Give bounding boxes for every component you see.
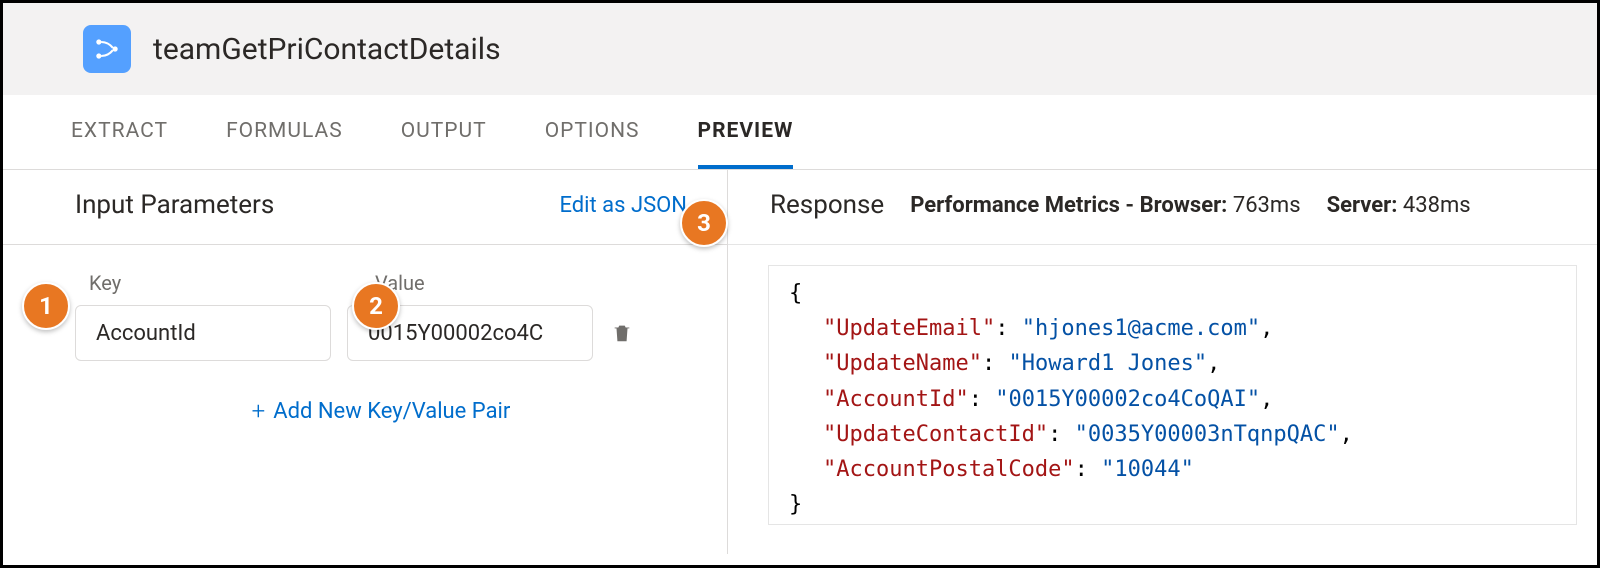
response-title: Response [770, 190, 884, 220]
plus-icon: + [252, 397, 266, 425]
input-parameters-header: Input Parameters Edit as JSON [3, 170, 727, 245]
json-value: "10044" [1101, 457, 1194, 482]
delete-icon[interactable] [609, 320, 635, 346]
json-value: "0015Y00002co4CoQAI" [995, 387, 1260, 412]
content: Input Parameters Edit as JSON Key Value … [3, 170, 1597, 554]
parameter-row: Key Value + Add New Key/Value Pair [3, 245, 727, 425]
server-value: 438ms [1403, 193, 1471, 218]
page-title: teamGetPriContactDetails [153, 32, 501, 67]
input-parameters-title: Input Parameters [75, 190, 274, 220]
key-label: Key [75, 271, 361, 295]
edit-as-json-link[interactable]: Edit as JSON [559, 193, 687, 218]
tab-extract[interactable]: EXTRACT [71, 95, 168, 169]
header-bar: teamGetPriContactDetails [3, 3, 1597, 95]
tab-options[interactable]: OPTIONS [545, 95, 640, 169]
json-value: "0035Y00003nTqnpQAC" [1075, 422, 1340, 447]
key-input[interactable] [75, 305, 331, 361]
tab-bar: EXTRACT FORMULAS OUTPUT OPTIONS PREVIEW [3, 95, 1597, 170]
server-metrics: Server: 438ms [1327, 193, 1471, 218]
response-header: Response Performance Metrics - Browser: … [728, 170, 1597, 245]
input-parameters-panel: Input Parameters Edit as JSON Key Value … [3, 170, 728, 554]
response-json[interactable]: { "UpdateEmail": "hjones1@acme.com", "Up… [768, 265, 1577, 525]
performance-metrics: Performance Metrics - Browser: 763ms [910, 193, 1300, 218]
response-panel: Response Performance Metrics - Browser: … [728, 170, 1597, 554]
json-value: "hjones1@acme.com" [1022, 316, 1260, 341]
browser-value: 763ms [1233, 193, 1301, 218]
browser-label: Browser: [1140, 193, 1228, 218]
add-key-value-link[interactable]: + Add New Key/Value Pair [252, 397, 511, 425]
add-key-value-label: Add New Key/Value Pair [273, 399, 510, 424]
server-label: Server: [1327, 193, 1398, 218]
tab-output[interactable]: OUTPUT [401, 95, 487, 169]
metrics-label: Performance Metrics - [910, 193, 1139, 218]
value-label: Value [361, 271, 425, 295]
data-mapper-icon [83, 25, 131, 73]
value-input[interactable] [347, 305, 593, 361]
json-value: "Howard1 Jones" [1008, 351, 1207, 376]
tab-formulas[interactable]: FORMULAS [226, 95, 343, 169]
tab-preview[interactable]: PREVIEW [698, 95, 794, 169]
